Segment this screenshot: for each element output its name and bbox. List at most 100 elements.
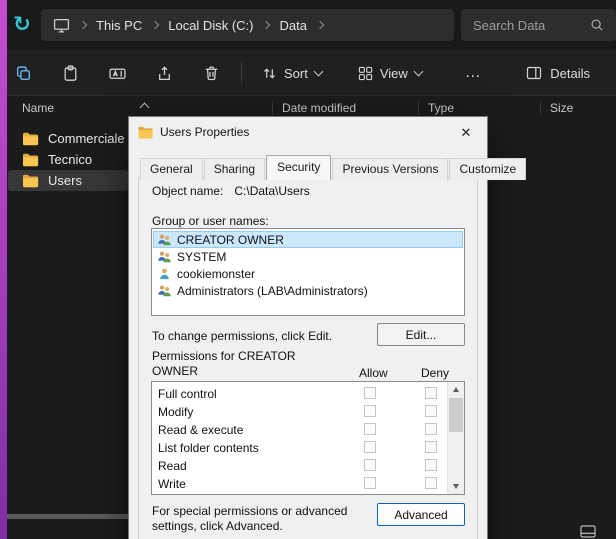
group-item-label: Administrators (LAB\Administrators)	[177, 284, 368, 298]
copy-button[interactable]	[4, 56, 42, 90]
allow-checkbox[interactable]	[364, 477, 376, 489]
file-row-users[interactable]: Users	[8, 170, 128, 191]
toolbar: Sort View …	[4, 56, 490, 90]
tab-general[interactable]: General	[140, 158, 203, 180]
allow-checkbox[interactable]	[364, 387, 376, 399]
details-toggle-button[interactable]: Details	[516, 56, 600, 90]
sort-button[interactable]: Sort	[252, 56, 332, 90]
permission-row-list-folder-contents: List folder contents	[152, 439, 464, 457]
permission-label: Read & execute	[158, 423, 243, 437]
deny-checkbox[interactable]	[425, 387, 437, 399]
column-header-date-modified[interactable]: Date modified	[282, 101, 356, 115]
breadcrumb-this-pc[interactable]: This PC	[96, 18, 142, 33]
computer-icon	[53, 17, 70, 34]
file-row-tecnico[interactable]: Tecnico	[8, 149, 92, 170]
tab-previous-versions[interactable]: Previous Versions	[332, 158, 448, 180]
chevron-right-icon	[262, 21, 270, 29]
group-icon	[157, 284, 172, 297]
folder-icon	[138, 126, 153, 139]
allow-checkbox[interactable]	[364, 405, 376, 417]
deny-checkbox[interactable]	[425, 477, 437, 489]
advanced-button[interactable]: Advanced	[377, 503, 465, 526]
dialog-titlebar[interactable]: Users Properties	[129, 117, 487, 147]
edit-hint-text: To change permissions, click Edit.	[152, 329, 332, 343]
user-item-cookiemonster[interactable]: cookiemonster	[153, 265, 463, 282]
details-pane-icon	[526, 65, 542, 81]
breadcrumb-local-disk-c[interactable]: Local Disk (C:)	[168, 18, 253, 33]
tab-sharing[interactable]: Sharing	[204, 158, 265, 180]
group-item-creator-owner[interactable]: CREATOR OWNER	[153, 231, 463, 248]
permission-label: List folder contents	[158, 441, 259, 455]
share-icon	[156, 65, 173, 82]
scroll-up-button[interactable]	[448, 382, 464, 397]
folder-icon	[22, 174, 39, 188]
permission-label: Write	[158, 477, 186, 491]
column-separator[interactable]	[272, 101, 273, 115]
grid-view-icon	[358, 66, 373, 81]
users-properties-dialog: Users Properties ✕ General Sharing Secur…	[128, 116, 488, 539]
scroll-down-button[interactable]	[448, 479, 464, 494]
triangle-down-icon	[453, 484, 459, 489]
scrollbar-thumb[interactable]	[449, 398, 463, 432]
dialog-title: Users Properties	[160, 125, 249, 139]
object-name-value: C:\Data\Users	[234, 184, 309, 198]
deny-checkbox[interactable]	[425, 405, 437, 417]
folder-icon	[22, 153, 39, 167]
deny-checkbox[interactable]	[425, 423, 437, 435]
search-placeholder-text: Search Data	[473, 18, 545, 33]
details-label: Details	[550, 66, 590, 81]
object-name-row: Object name: C:\Data\Users	[152, 184, 310, 198]
column-header-name[interactable]: Name	[22, 101, 54, 115]
allow-checkbox[interactable]	[364, 459, 376, 471]
group-list-label: Group or user names:	[152, 214, 269, 228]
search-input[interactable]: Search Data	[461, 9, 616, 41]
object-name-label: Object name:	[152, 184, 223, 198]
search-icon	[590, 18, 604, 32]
deny-checkbox[interactable]	[425, 441, 437, 453]
column-separator[interactable]	[540, 101, 541, 115]
file-name: Tecnico	[48, 152, 92, 167]
left-accent-strip	[0, 0, 7, 539]
more-options-button[interactable]: …	[456, 56, 490, 90]
group-item-system[interactable]: SYSTEM	[153, 248, 463, 265]
chevron-down-icon	[413, 66, 423, 76]
group-item-label: cookiemonster	[177, 267, 255, 281]
breadcrumb: This PC Local Disk (C:) Data	[41, 9, 454, 41]
file-name: Commerciale	[48, 131, 125, 146]
permissions-scrollbar[interactable]	[447, 382, 464, 494]
edit-button[interactable]: Edit...	[377, 323, 465, 346]
column-header-type[interactable]: Type	[428, 101, 454, 115]
breadcrumb-data[interactable]: Data	[279, 18, 306, 33]
permission-row-read: Read	[152, 457, 464, 475]
file-row-commerciale[interactable]: Commerciale	[8, 128, 125, 149]
column-headers: Name Date modified Type Size	[0, 98, 616, 118]
chevron-right-icon	[151, 21, 159, 29]
paste-button[interactable]	[51, 56, 89, 90]
delete-button[interactable]	[192, 56, 230, 90]
advanced-hint-text: For special permissions or advanced sett…	[152, 504, 382, 534]
horizontal-scrollbar[interactable]	[3, 514, 148, 519]
permission-row-modify: Modify	[152, 403, 464, 421]
column-separator[interactable]	[418, 101, 419, 115]
column-header-size[interactable]: Size	[550, 101, 573, 115]
tab-customize[interactable]: Customize	[449, 158, 526, 180]
permissions-list: Full control Modify Read & execute List …	[151, 381, 465, 495]
permission-row-read-execute: Read & execute	[152, 421, 464, 439]
view-button[interactable]: View	[348, 56, 432, 90]
toolbar-divider	[0, 95, 616, 96]
rename-button[interactable]	[98, 56, 136, 90]
sort-icon	[262, 66, 277, 81]
paste-icon	[62, 65, 79, 82]
file-explorer-window: ↻ This PC Local Disk (C:) Data Search Da…	[0, 0, 616, 539]
allow-checkbox[interactable]	[364, 441, 376, 453]
deny-checkbox[interactable]	[425, 459, 437, 471]
user-icon	[157, 267, 172, 280]
status-view-icon[interactable]	[580, 525, 596, 538]
group-item-administrators[interactable]: Administrators (LAB\Administrators)	[153, 282, 463, 299]
tab-security[interactable]: Security	[266, 155, 331, 180]
toolbar-separator	[241, 62, 242, 84]
allow-checkbox[interactable]	[364, 423, 376, 435]
dialog-close-button[interactable]: ✕	[451, 122, 481, 143]
refresh-icon[interactable]: ↻	[9, 11, 35, 38]
share-button[interactable]	[145, 56, 183, 90]
